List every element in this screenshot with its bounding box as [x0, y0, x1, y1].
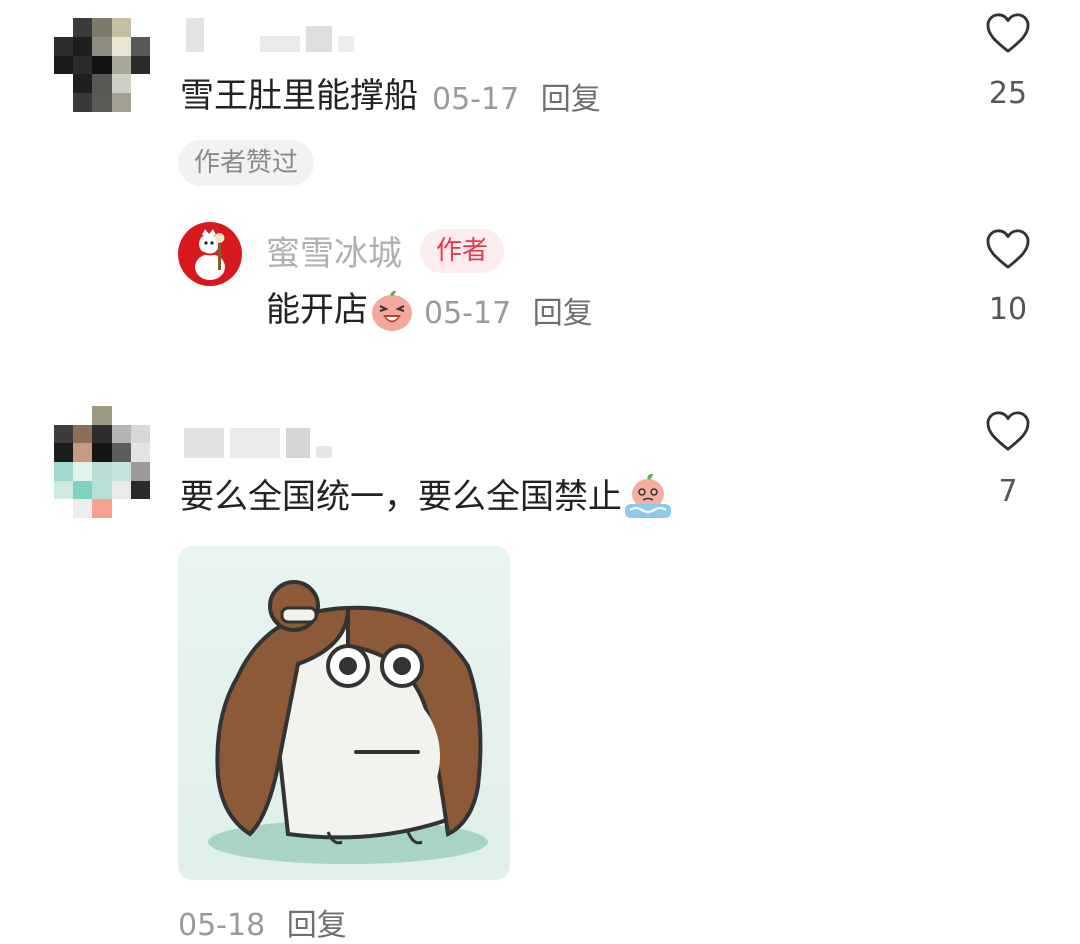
avatar[interactable] — [54, 406, 150, 518]
like-button[interactable] — [985, 410, 1031, 456]
author-badge: 作者 — [420, 228, 505, 273]
like-count: 10 — [988, 292, 1028, 327]
like-button[interactable] — [985, 12, 1031, 58]
reply-date: 05-17 — [424, 296, 512, 331]
author-name[interactable]: 蜜雪冰城 — [266, 226, 402, 275]
comment-body: 要么全国统一，要么全国禁止 — [180, 472, 674, 522]
liked-by-author-tag: 作者赞过 — [178, 140, 315, 186]
like-count: 25 — [988, 76, 1028, 111]
heart-icon — [986, 13, 1030, 53]
reply-button[interactable]: 回复 — [287, 908, 347, 943]
author-avatar[interactable] — [178, 222, 242, 286]
reply-header: 蜜雪冰城 作者 — [266, 226, 505, 275]
like-count: 7 — [998, 474, 1018, 509]
reply-button[interactable]: 回复 — [533, 296, 593, 331]
comment-sticker-image[interactable] — [178, 546, 510, 880]
like-button[interactable] — [985, 228, 1031, 274]
heart-icon — [986, 411, 1030, 451]
comment-date: 05-18 — [178, 908, 266, 943]
username-blurred[interactable] — [184, 424, 332, 458]
comment-text: 要么全国统一，要么全国禁止 — [180, 477, 622, 517]
comment-text: 雪王肚里能撑船 — [180, 76, 418, 116]
comment-date: 05-17 — [432, 82, 520, 117]
username-blurred[interactable] — [186, 18, 354, 52]
heart-icon — [986, 229, 1030, 269]
avatar[interactable] — [54, 18, 150, 112]
laughing-peach-emoji-icon — [372, 290, 412, 331]
reply-body: 能开店 05-17 回复 — [266, 286, 593, 334]
crying-peach-emoji-icon — [625, 473, 671, 518]
comment-body: 雪王肚里能撑船 05-17 回复 — [180, 74, 601, 118]
snowman-logo-icon — [178, 222, 242, 286]
reply-button[interactable]: 回复 — [541, 82, 601, 117]
comment-meta: 05-18 回复 — [178, 900, 347, 944]
reply-text: 能开店 — [266, 290, 368, 330]
bun-hair-cartoon-sticker — [208, 580, 488, 864]
